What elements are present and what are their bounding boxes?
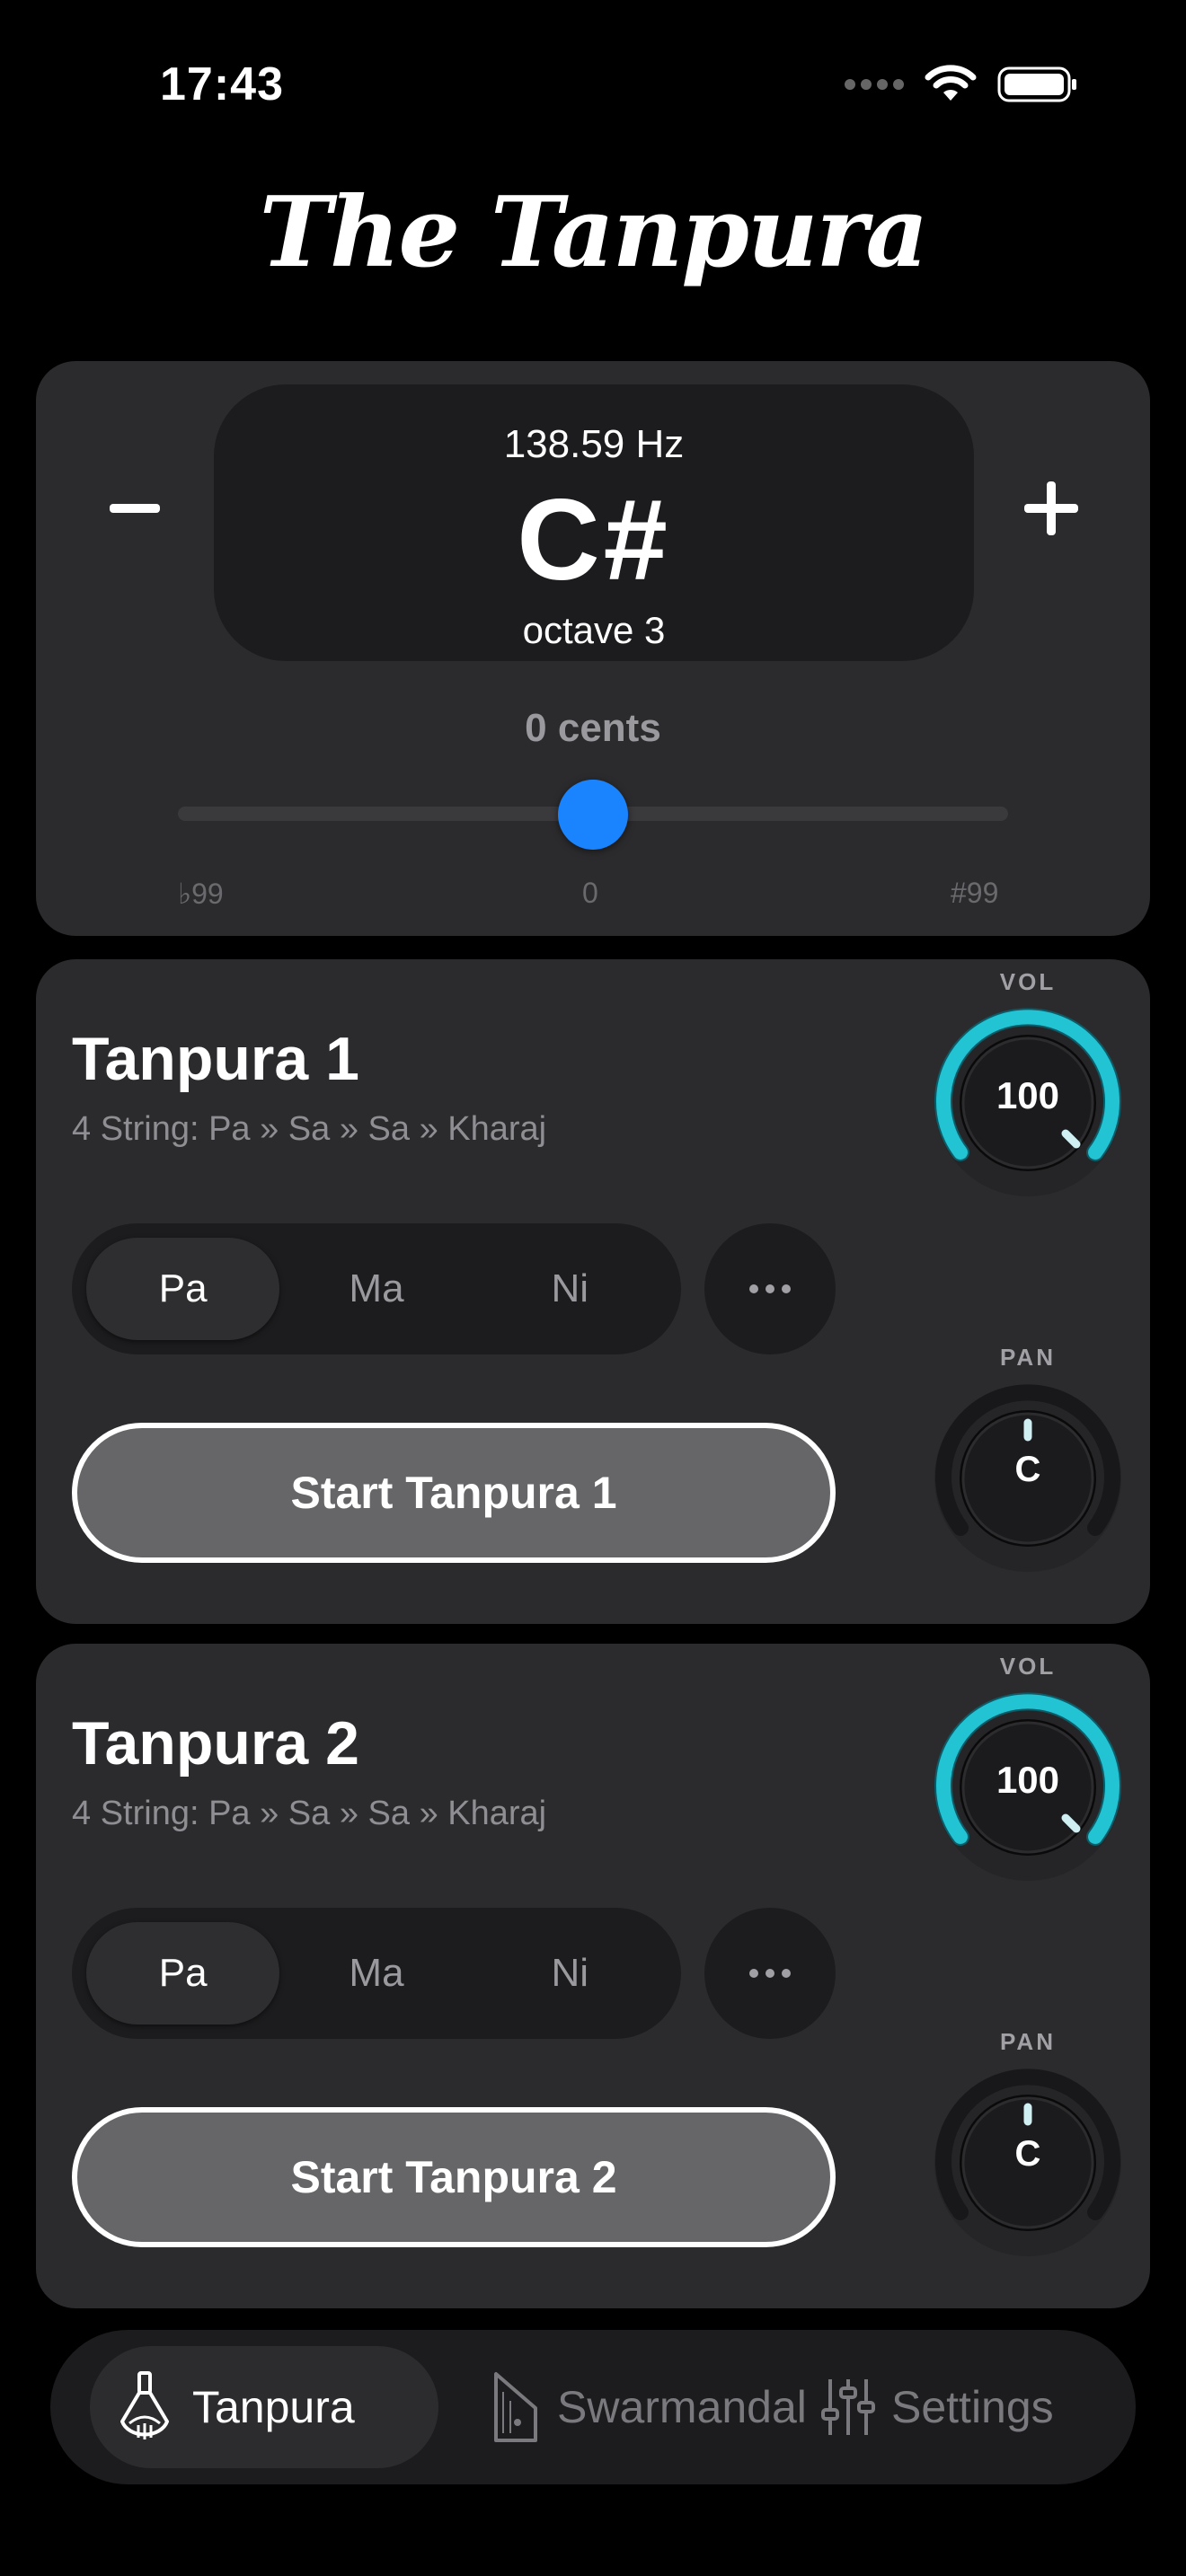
tanpura-icon	[120, 2371, 169, 2439]
pan-label: PAN	[1000, 1344, 1056, 1371]
tab-label: Settings	[891, 2382, 1054, 2432]
octave-label: octave 3	[522, 609, 666, 651]
option-ni[interactable]: Ni	[474, 1922, 667, 2025]
more-icon	[749, 1969, 758, 1978]
option-ma[interactable]: Ma	[279, 1238, 473, 1340]
wifi-icon	[925, 65, 977, 101]
volume-value: 100	[996, 1759, 1060, 1801]
pan-knob[interactable]: C	[927, 2062, 1128, 2263]
volume-knob[interactable]: 100	[927, 1687, 1128, 1888]
vol-label: VOL	[999, 968, 1057, 995]
decrease-pitch-button[interactable]	[81, 454, 189, 562]
vol-label: VOL	[999, 1653, 1057, 1680]
tanpura-card-2: Tanpura 2 4 String: Pa » Sa » Sa » Khara…	[36, 1644, 1150, 2308]
tab-tanpura[interactable]: Tanpura	[90, 2346, 438, 2468]
option-pa[interactable]: Pa	[86, 1922, 280, 2025]
pitch-card: 138.59 Hz C# octave 3 0 cents ♭99 0 #99	[36, 361, 1150, 936]
cents-max-label: #99	[951, 877, 999, 909]
start-tanpura-button[interactable]: Start Tanpura 1	[72, 1423, 836, 1563]
plus-icon	[1024, 481, 1078, 535]
tanpura-tuning: 4 String: Pa » Sa » Sa » Kharaj	[72, 1110, 547, 1148]
frequency-readout: 138.59 Hz	[503, 422, 685, 466]
increase-pitch-button[interactable]	[997, 454, 1105, 562]
tanpura-title: Tanpura 1	[72, 1025, 359, 1093]
tanpura-tuning: 4 String: Pa » Sa » Sa » Kharaj	[72, 1795, 547, 1832]
tab-label: Swarmandal	[557, 2382, 807, 2432]
pan-value: C	[1014, 1450, 1041, 1489]
note-display: 138.59 Hz C# octave 3	[214, 384, 974, 661]
start-tanpura-button[interactable]: Start Tanpura 2	[72, 2107, 836, 2247]
more-options-button[interactable]	[704, 1908, 836, 2039]
status-icons	[845, 65, 1078, 104]
cents-label: 0 cents	[525, 706, 661, 750]
app-logo: The Tanpura	[259, 176, 929, 289]
tab-swarmandal[interactable]: Swarmandal	[438, 2346, 807, 2468]
tab-settings[interactable]: Settings	[821, 2346, 1054, 2468]
string-selector: Pa Ma Ni	[72, 1223, 681, 1354]
cellular-signal-icon	[845, 79, 904, 90]
swarmandal-icon	[494, 2372, 537, 2442]
string-selector: Pa Ma Ni	[72, 1908, 681, 2039]
battery-icon	[997, 66, 1076, 102]
tab-label: Tanpura	[192, 2382, 355, 2432]
cents-slider-thumb[interactable]	[558, 780, 628, 850]
option-ma[interactable]: Ma	[279, 1922, 473, 2025]
option-pa[interactable]: Pa	[86, 1238, 280, 1340]
pan-value: C	[1014, 2134, 1041, 2174]
tab-bar: Tanpura Swarmandal Settings	[50, 2330, 1136, 2484]
volume-value: 100	[996, 1074, 1060, 1116]
more-options-button[interactable]	[704, 1223, 836, 1354]
tanpura-screen: 17:43 The Tanpura 138.59 Hz C# octave 3	[0, 0, 1186, 2576]
tanpura-title: Tanpura 2	[72, 1709, 359, 1778]
more-icon	[749, 1284, 758, 1293]
pan-knob[interactable]: C	[927, 1378, 1128, 1579]
note-name: C#	[517, 476, 671, 604]
tanpura-card-1: Tanpura 1 4 String: Pa » Sa » Sa » Khara…	[36, 959, 1150, 1624]
sliders-icon	[821, 2379, 875, 2435]
minus-icon	[110, 504, 160, 513]
volume-knob[interactable]: 100	[927, 1002, 1128, 1204]
cents-min-label: ♭99	[178, 878, 224, 910]
cents-mid-label: 0	[582, 877, 598, 909]
status-time: 17:43	[160, 58, 284, 110]
option-ni[interactable]: Ni	[474, 1238, 667, 1340]
pan-label: PAN	[1000, 2028, 1056, 2055]
